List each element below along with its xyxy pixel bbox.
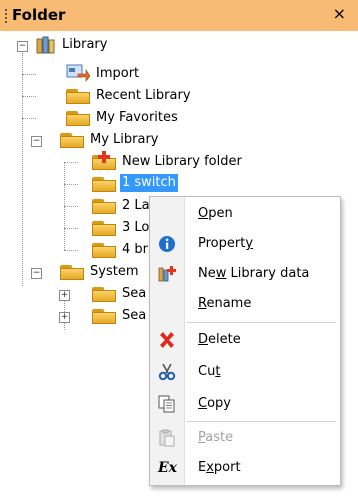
menu-item-label: Delete xyxy=(198,332,241,347)
menu-item-new-library-data[interactable]: New Library data xyxy=(150,259,340,289)
folder-icon xyxy=(66,109,90,126)
menu-item-label: Cut xyxy=(198,364,221,379)
tree-node-label: System xyxy=(90,264,139,279)
context-menu: Open Property New Library data Rename De… xyxy=(149,196,341,486)
collapse-toggle[interactable]: − xyxy=(17,41,28,52)
menu-item-paste[interactable]: Paste xyxy=(150,423,340,453)
menu-item-label: Export xyxy=(198,460,241,475)
folder-open-icon xyxy=(60,131,84,148)
expand-toggle[interactable]: + xyxy=(59,312,70,323)
folder-icon xyxy=(92,307,116,324)
collapse-toggle[interactable]: − xyxy=(31,136,42,147)
tree-node-item-1[interactable]: 1 switch xyxy=(0,173,220,195)
copy-icon xyxy=(158,395,175,413)
menu-item-label: Property xyxy=(198,236,254,251)
menu-item-label: Copy xyxy=(198,396,231,411)
tree-node-label: 2 La xyxy=(122,198,150,213)
tree-node-recent-library[interactable]: Recent Library xyxy=(0,85,220,107)
tree-node-my-favorites[interactable]: My Favorites xyxy=(0,107,220,129)
tree-node-label: My Favorites xyxy=(96,110,178,125)
tree-node-label: Sea xyxy=(122,286,147,301)
tree-node-label: Library xyxy=(62,37,108,52)
delete-icon xyxy=(160,332,174,348)
tree-node-search-2[interactable]: + Sea xyxy=(0,305,160,327)
menu-item-copy[interactable]: Copy xyxy=(150,389,340,419)
export-icon: Ex xyxy=(158,460,178,476)
menu-item-export[interactable]: Ex Export xyxy=(150,453,340,483)
expand-toggle[interactable]: + xyxy=(59,290,70,301)
tree-node-label: My Library xyxy=(90,132,159,147)
menu-item-rename[interactable]: Rename xyxy=(150,289,340,319)
panel-titlebar: Folder × xyxy=(0,0,358,31)
folder-icon xyxy=(92,219,116,236)
tree-node-library[interactable]: − Library xyxy=(0,34,200,56)
menu-item-label: Rename xyxy=(198,296,252,311)
new-library-data-icon xyxy=(158,266,176,282)
folder-open-icon xyxy=(60,263,84,280)
folder-icon xyxy=(92,197,116,214)
menu-item-cut[interactable]: Cut xyxy=(150,357,340,387)
menu-item-property[interactable]: Property xyxy=(150,229,340,259)
tree-node-item-3[interactable]: 3 Lo xyxy=(0,217,160,239)
folder-icon xyxy=(66,87,90,104)
menu-separator xyxy=(186,421,336,422)
tree-node-search-1[interactable]: + Sea xyxy=(0,283,160,305)
folder-icon xyxy=(92,285,116,302)
panel-title: Folder xyxy=(12,6,66,24)
tree-node-import[interactable]: Import xyxy=(0,63,200,85)
tree-node-label: New Library folder xyxy=(122,154,242,169)
tree-node-label: 3 Lo xyxy=(122,220,150,235)
tree-node-label: Sea xyxy=(122,308,147,323)
tree-node-new-library-folder[interactable]: New Library folder xyxy=(0,151,260,173)
grip-icon[interactable] xyxy=(5,9,7,25)
info-icon xyxy=(159,236,175,252)
tree-node-label: 1 switch xyxy=(120,174,178,192)
tree-node-system[interactable]: − System xyxy=(0,261,160,283)
tree-node-my-library[interactable]: − My Library xyxy=(0,129,220,151)
folder-icon xyxy=(92,175,116,192)
paste-icon xyxy=(159,429,175,447)
close-icon[interactable]: × xyxy=(333,4,346,23)
tree-node-label: Recent Library xyxy=(96,88,191,103)
scissors-icon xyxy=(158,363,176,381)
menu-item-label: Paste xyxy=(198,430,234,445)
menu-item-label: Open xyxy=(198,206,233,221)
tree-node-item-4[interactable]: 4 br xyxy=(0,239,160,261)
new-folder-icon xyxy=(92,151,116,170)
library-icon xyxy=(36,36,55,54)
tree-node-label: Import xyxy=(96,66,140,81)
tree-node-label: 4 br xyxy=(122,242,148,257)
tree-node-item-2[interactable]: 2 La xyxy=(0,195,160,217)
import-icon xyxy=(66,64,90,82)
menu-item-open[interactable]: Open xyxy=(150,199,340,229)
menu-item-label: New Library data xyxy=(198,266,310,281)
folder-icon xyxy=(92,241,116,258)
menu-item-delete[interactable]: Delete xyxy=(150,325,340,355)
menu-separator xyxy=(186,322,336,323)
collapse-toggle[interactable]: − xyxy=(31,268,42,279)
